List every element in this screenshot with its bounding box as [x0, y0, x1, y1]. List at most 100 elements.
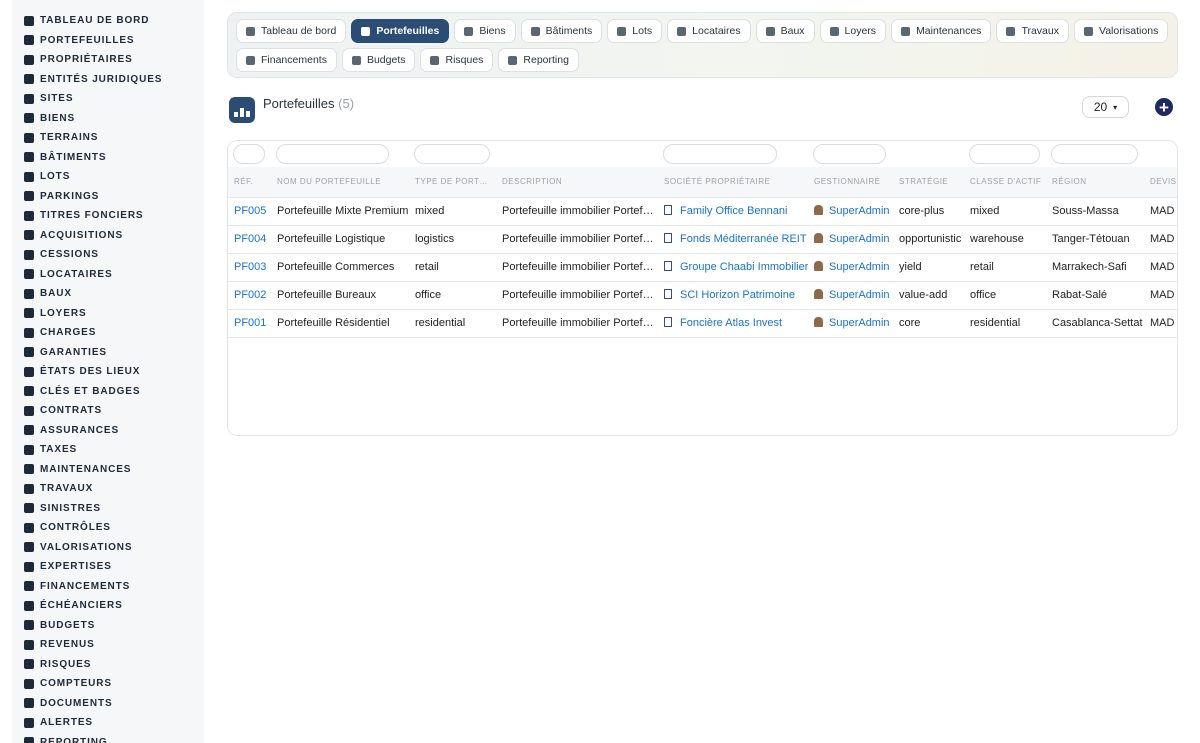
sidebar-item[interactable]: SITES	[12, 89, 204, 109]
sidebar-item[interactable]: ÉTATS DES LIEUX	[12, 362, 204, 382]
sidebar-item[interactable]: BIENS	[12, 109, 204, 129]
sidebar-item[interactable]: MAINTENANCES	[12, 460, 204, 480]
filter-ref[interactable]	[233, 144, 265, 164]
sidebar-item[interactable]: SINISTRES	[12, 499, 204, 519]
sidebar-item[interactable]: ACQUISITIONS	[12, 226, 204, 246]
sidebar-item[interactable]: RISQUES	[12, 655, 204, 675]
column-header[interactable]: DEVIS	[1150, 177, 1177, 186]
column-header[interactable]: RÉF.	[234, 177, 253, 186]
cell-manager[interactable]: SuperAdmin	[814, 226, 893, 253]
column-header[interactable]: SOCIÉTÉ PROPRIÉTAIRE	[664, 177, 770, 186]
sidebar-item[interactable]: TERRAINS	[12, 128, 204, 148]
cell-manager[interactable]: SuperAdmin	[814, 254, 893, 281]
tab[interactable]: Tableau de bord	[236, 19, 347, 43]
cell-owner[interactable]: Groupe Chaabi Immobilier	[664, 254, 808, 281]
column-header[interactable]: CLASSE D'ACTIF	[970, 177, 1041, 186]
sidebar-item[interactable]: FINANCEMENTS	[12, 577, 204, 597]
sidebar-item[interactable]: ÉCHÉANCIERS	[12, 596, 204, 616]
tab[interactable]: Lots	[607, 19, 663, 43]
cell-manager[interactable]: SuperAdmin	[814, 310, 893, 337]
sidebar-item[interactable]: BAUX	[12, 284, 204, 304]
industry-icon	[24, 152, 34, 163]
cell-owner[interactable]: SCI Horizon Patrimoine	[664, 282, 808, 309]
column-header[interactable]: TYPE DE PORT…	[415, 177, 488, 186]
sidebar-item[interactable]: CONTRÔLES	[12, 518, 204, 538]
table-row[interactable]: PF001 Portefeuille Résidentiel residential…	[228, 310, 1177, 338]
sidebar-item[interactable]: DOCUMENTS	[12, 694, 204, 714]
page-size-select[interactable]: 20 ▾	[1082, 96, 1129, 118]
sidebar-item[interactable]: BÂTIMENTS	[12, 148, 204, 168]
tab-row: Tableau de bord Portefeuilles Biens Bâtimen…	[236, 19, 1169, 43]
cell-ref[interactable]: PF005	[234, 198, 271, 225]
cell-owner[interactable]: Family Office Bennani	[664, 198, 808, 225]
cell-ref[interactable]: PF001	[234, 310, 271, 337]
sidebar-item[interactable]: BUDGETS	[12, 616, 204, 636]
sidebar-item[interactable]: ALERTES	[12, 713, 204, 733]
filter-type[interactable]	[414, 144, 490, 164]
filter-owner[interactable]	[663, 144, 777, 164]
cell-ref[interactable]: PF004	[234, 226, 271, 253]
sidebar-item[interactable]: EXPERTISES	[12, 557, 204, 577]
sidebar-item[interactable]: REVENUS	[12, 635, 204, 655]
table-row[interactable]: PF004 Portefeuille Logistique logistics Por…	[228, 226, 1177, 254]
sidebar-item-label: TABLEAU DE BORD	[40, 15, 150, 27]
sidebar-item[interactable]: CESSIONS	[12, 245, 204, 265]
tab[interactable]: Portefeuilles	[351, 19, 450, 43]
sidebar-item[interactable]: TITRES FONCIERS	[12, 206, 204, 226]
cell-region: Marrakech-Safi	[1052, 254, 1144, 281]
cell-manager[interactable]: SuperAdmin	[814, 282, 893, 309]
sidebar-item[interactable]: VALORISATIONS	[12, 538, 204, 558]
filter-asset-class[interactable]	[969, 144, 1040, 164]
cell-owner[interactable]: Fonds Méditerranée REIT	[664, 226, 808, 253]
tab[interactable]: Risques	[420, 48, 494, 72]
sidebar-item[interactable]: GARANTIES	[12, 343, 204, 363]
tab[interactable]: Loyers	[819, 19, 887, 43]
cell-ref[interactable]: PF002	[234, 282, 271, 309]
umbrella-icon	[24, 425, 34, 436]
sidebar-item[interactable]: CONTRATS	[12, 401, 204, 421]
tab[interactable]: Budgets	[341, 48, 416, 72]
table-row[interactable]: PF002 Portefeuille Bureaux office Portefeui…	[228, 282, 1177, 310]
tab[interactable]: Baux	[755, 19, 815, 43]
column-header[interactable]: DESCRIPTION	[502, 177, 562, 186]
users-icon	[24, 269, 34, 280]
column-header[interactable]: GESTIONNAIRE	[814, 177, 880, 186]
column-header[interactable]: NOM DU PORTEFEUILLE	[277, 177, 381, 186]
sidebar-item[interactable]: CHARGES	[12, 323, 204, 343]
sidebar-item[interactable]: LOYERS	[12, 304, 204, 324]
tab[interactable]: Valorisations	[1073, 19, 1169, 43]
sidebar-item[interactable]: LOCATAIRES	[12, 265, 204, 285]
sidebar-item[interactable]: LOTS	[12, 167, 204, 187]
sidebar-item[interactable]: PARKINGS	[12, 187, 204, 207]
tab[interactable]: Travaux	[996, 19, 1069, 43]
tab[interactable]: Bâtiments	[520, 19, 603, 43]
filter-manager[interactable]	[813, 144, 886, 164]
sidebar-item[interactable]: REPORTING	[12, 733, 204, 743]
column-header[interactable]: STRATÉGIE	[899, 177, 948, 186]
sidebar-item[interactable]: TAXES	[12, 440, 204, 460]
building-icon	[464, 26, 474, 36]
cell-ref[interactable]: PF003	[234, 254, 271, 281]
tab[interactable]: Locataires	[667, 19, 751, 43]
tab[interactable]: Financements	[236, 48, 337, 72]
column-header[interactable]: RÉGION	[1052, 177, 1087, 186]
tab[interactable]: Reporting	[498, 48, 579, 72]
cell-manager[interactable]: SuperAdmin	[814, 198, 893, 225]
filter-region[interactable]	[1051, 144, 1138, 164]
sidebar-item-label: CESSIONS	[40, 249, 99, 261]
cell-owner[interactable]: Foncière Atlas Invest	[664, 310, 808, 337]
sidebar-item[interactable]: CLÉS ET BADGES	[12, 382, 204, 402]
tab[interactable]: Maintenances	[891, 19, 992, 43]
sidebar-item[interactable]: PROPRIÉTAIRES	[12, 50, 204, 70]
sidebar-item[interactable]: TABLEAU DE BORD	[12, 11, 204, 31]
table-row[interactable]: PF003 Portefeuille Commerces retail Portefe…	[228, 254, 1177, 282]
table-row[interactable]: PF005 Portefeuille Mixte Premium mixed Port…	[228, 198, 1177, 226]
sidebar-item[interactable]: ASSURANCES	[12, 421, 204, 441]
sidebar-item[interactable]: TRAVAUX	[12, 479, 204, 499]
sidebar-item[interactable]: ENTITÉS JURIDIQUES	[12, 70, 204, 90]
add-portfolio-button[interactable]: +	[1155, 98, 1173, 116]
sidebar-item[interactable]: COMPTEURS	[12, 674, 204, 694]
sidebar-item[interactable]: PORTEFEUILLES	[12, 31, 204, 51]
filter-name[interactable]	[276, 144, 389, 164]
tab[interactable]: Biens	[454, 19, 516, 43]
